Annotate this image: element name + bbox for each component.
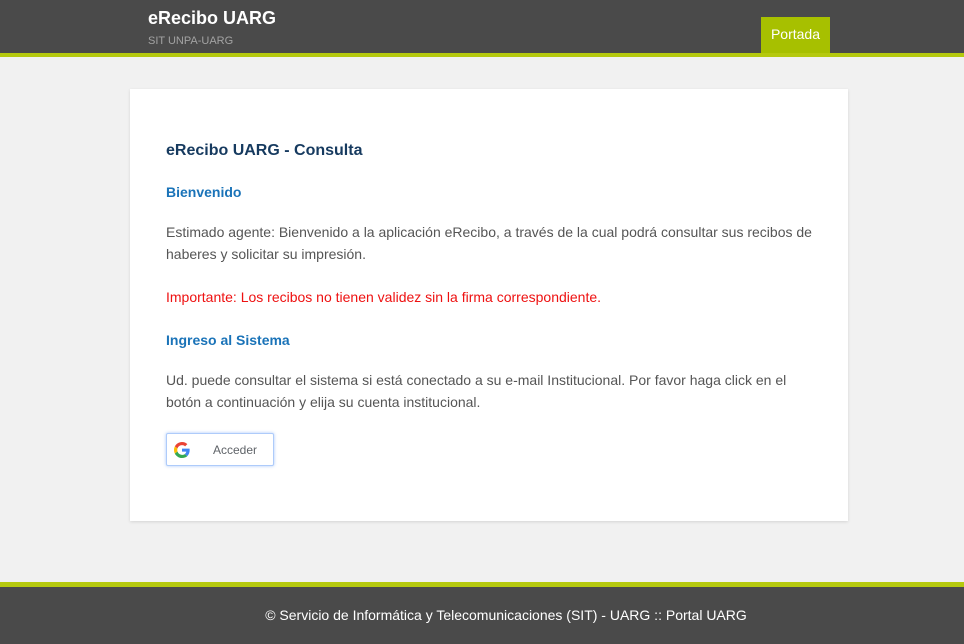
google-g-icon bbox=[174, 442, 190, 458]
login-heading: Ingreso al Sistema bbox=[166, 332, 290, 348]
app-title[interactable]: eRecibo UARG bbox=[148, 8, 276, 28]
brand: eRecibo UARG SIT UNPA-UARG bbox=[148, 8, 276, 47]
app-subtitle: SIT UNPA-UARG bbox=[148, 35, 234, 47]
login-text: Ud. puede consultar el sistema si está c… bbox=[166, 372, 787, 410]
google-button-label: Acceder bbox=[213, 443, 258, 457]
footer-text[interactable]: © Servicio de Informática y Telecomunica… bbox=[265, 607, 747, 623]
welcome-text: Estimado agente: Bienvenido a la aplicac… bbox=[166, 224, 812, 262]
nav-portada[interactable]: Portada bbox=[761, 17, 830, 53]
top-header: eRecibo UARG SIT UNPA-UARG Portada bbox=[0, 0, 964, 57]
page-title: eRecibo UARG - Consulta bbox=[166, 142, 363, 159]
footer: © Servicio de Informática y Telecomunica… bbox=[0, 582, 964, 644]
content-card: eRecibo UARG - Consulta Bienvenido Estim… bbox=[130, 89, 848, 521]
welcome-heading: Bienvenido bbox=[166, 184, 242, 200]
warning-text: Importante: Los recibos no tienen valide… bbox=[166, 289, 602, 305]
google-signin-button[interactable]: Acceder bbox=[166, 433, 274, 466]
